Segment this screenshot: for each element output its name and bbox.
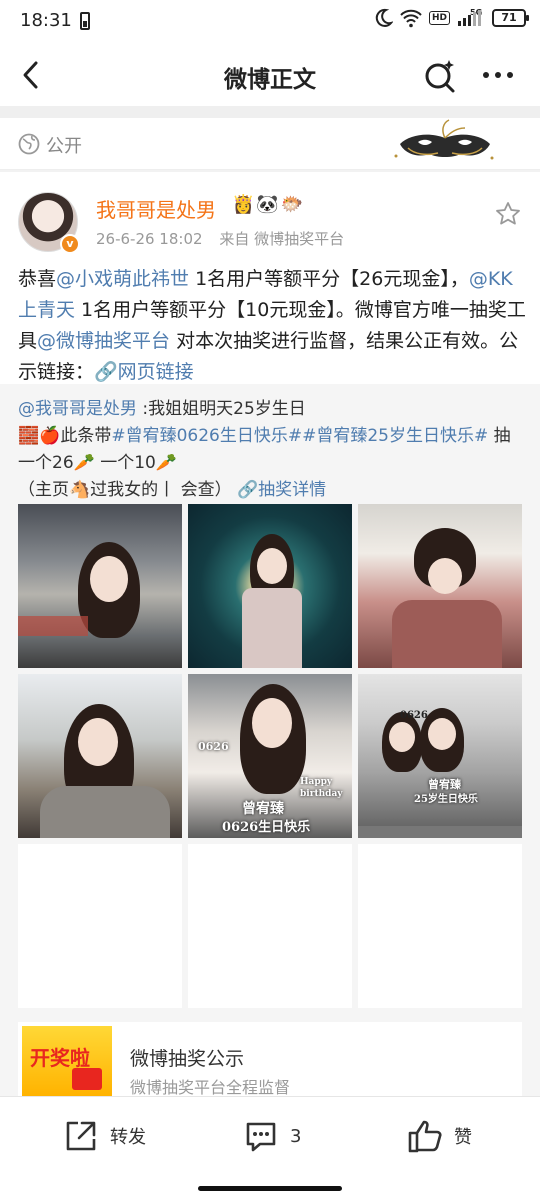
status-time: 18:31	[20, 10, 72, 31]
comment-button[interactable]: 3	[242, 1117, 301, 1155]
like-button[interactable]: 赞	[406, 1117, 472, 1155]
image-caption: 0626	[198, 740, 229, 753]
post-time: 26-6-26 18:02	[96, 230, 203, 248]
post-link[interactable]: @小戏萌此祎世	[56, 268, 189, 290]
repost-link[interactable]: 🔗抽奖详情	[237, 480, 326, 500]
grid-image-6[interactable]: 0626 曾宥臻 25岁生日快乐	[358, 674, 522, 838]
status-bar: 18:31 HD 5G 71	[0, 0, 540, 44]
post-card: v 我哥哥是处男 👸🐼🐡 26-6-26 18:02 来自 微博抽奖平台 恭喜@…	[0, 172, 540, 384]
grid-image-3[interactable]	[358, 504, 522, 668]
visibility-bar: 公开	[0, 118, 540, 170]
post-text: 恭喜	[18, 268, 57, 290]
bottom-action-bar: 转发 3 赞	[0, 1096, 540, 1176]
thumbs-up-icon	[408, 1120, 442, 1153]
repost-text: @我哥哥是处男 :我姐姐明天25岁生日 🧱🍎此条带#曾宥臻0626生日快乐##曾宥…	[18, 396, 524, 504]
lottery-card-subtitle: 微博抽奖平台全程监督	[130, 1078, 291, 1097]
battery-indicator: 71	[492, 9, 529, 27]
top-nav-bar: 微博正文	[0, 44, 540, 106]
repost-label: 转发	[110, 1127, 146, 1148]
post-source: 来自 微博抽奖平台	[219, 230, 345, 248]
post-link[interactable]: 🔗网页链接	[94, 361, 194, 383]
post-link[interactable]: @微博抽奖平台	[37, 330, 170, 352]
grid-image-7[interactable]	[18, 844, 182, 1008]
grid-image-8[interactable]	[188, 844, 352, 1008]
wifi-icon	[400, 9, 422, 28]
comment-icon	[246, 1122, 276, 1152]
red-envelope-icon	[72, 1068, 102, 1090]
globe-icon	[18, 133, 40, 155]
search-sparkle-icon[interactable]	[420, 56, 460, 96]
repost-text: :我姐姐明天25岁生日	[137, 399, 306, 419]
grid-image-9[interactable]	[358, 844, 522, 1008]
star-icon[interactable]	[494, 200, 522, 228]
author-name[interactable]: 我哥哥是处男	[96, 194, 216, 223]
verified-badge-icon: v	[60, 234, 80, 254]
hd-badge: HD	[428, 11, 450, 25]
grid-image-1[interactable]	[18, 504, 182, 668]
battery-saver-icon	[80, 12, 90, 30]
image-grid: 0626 Happy birthday 曾宥臻 0626生日快乐 0626 曾宥…	[18, 504, 522, 1008]
comment-count: 3	[290, 1125, 302, 1147]
repost-text: 🧱🍎此条带	[18, 426, 112, 446]
visibility-label: 公开	[46, 136, 82, 157]
author-emoji-badges: 👸🐼🐡	[232, 194, 306, 215]
signal-icon: 5G	[458, 8, 482, 26]
image-caption: 0626	[400, 710, 428, 721]
post-meta: 26-6-26 18:02 来自 微博抽奖平台	[96, 228, 344, 249]
more-dots-icon[interactable]	[478, 58, 518, 92]
repost-text: （主页🐴过我女的丨 会查）	[18, 480, 237, 500]
like-label: 赞	[454, 1127, 472, 1148]
lottery-thumb-text: 开奖啦	[30, 1046, 90, 1070]
lottery-thumbnail: 开奖啦	[22, 1026, 112, 1096]
home-indicator[interactable]	[198, 1186, 342, 1191]
gesture-bar	[0, 1176, 540, 1200]
image-caption: 25岁生日快乐	[414, 794, 478, 805]
repost-button[interactable]: 转发	[62, 1117, 146, 1155]
masquerade-mask-decoration	[394, 119, 494, 160]
repost-link[interactable]: #曾宥臻0626生日快乐#	[111, 426, 302, 446]
image-caption: 0626生日快乐	[222, 820, 311, 835]
lottery-card[interactable]: 开奖啦 微博抽奖公示 微博抽奖平台全程监督	[18, 1022, 522, 1097]
image-caption: Happy birthday	[300, 777, 343, 799]
repost-link[interactable]: #曾宥臻25岁生日快乐#	[302, 426, 488, 446]
post-body-text: 恭喜@小戏萌此祎世 1名用户等额平分【26元现金】，@KK上青天 1名用户等额平…	[18, 264, 526, 388]
grid-image-2[interactable]	[188, 504, 352, 668]
image-caption: 曾宥臻	[242, 801, 284, 817]
repost-block[interactable]: @我哥哥是处男 :我姐姐明天25岁生日 🧱🍎此条带#曾宥臻0626生日快乐##曾宥…	[0, 384, 540, 1097]
repost-link[interactable]: @我哥哥是处男	[18, 399, 137, 419]
grid-image-4[interactable]	[18, 674, 182, 838]
lottery-card-title: 微博抽奖公示	[130, 1048, 245, 1070]
post-text: 1名用户等额平分【26元现金】，	[189, 268, 469, 290]
divider	[0, 106, 540, 118]
share-icon	[66, 1121, 96, 1151]
moon-icon	[375, 8, 393, 27]
grid-image-5[interactable]: 0626 Happy birthday 曾宥臻 0626生日快乐	[188, 674, 352, 838]
